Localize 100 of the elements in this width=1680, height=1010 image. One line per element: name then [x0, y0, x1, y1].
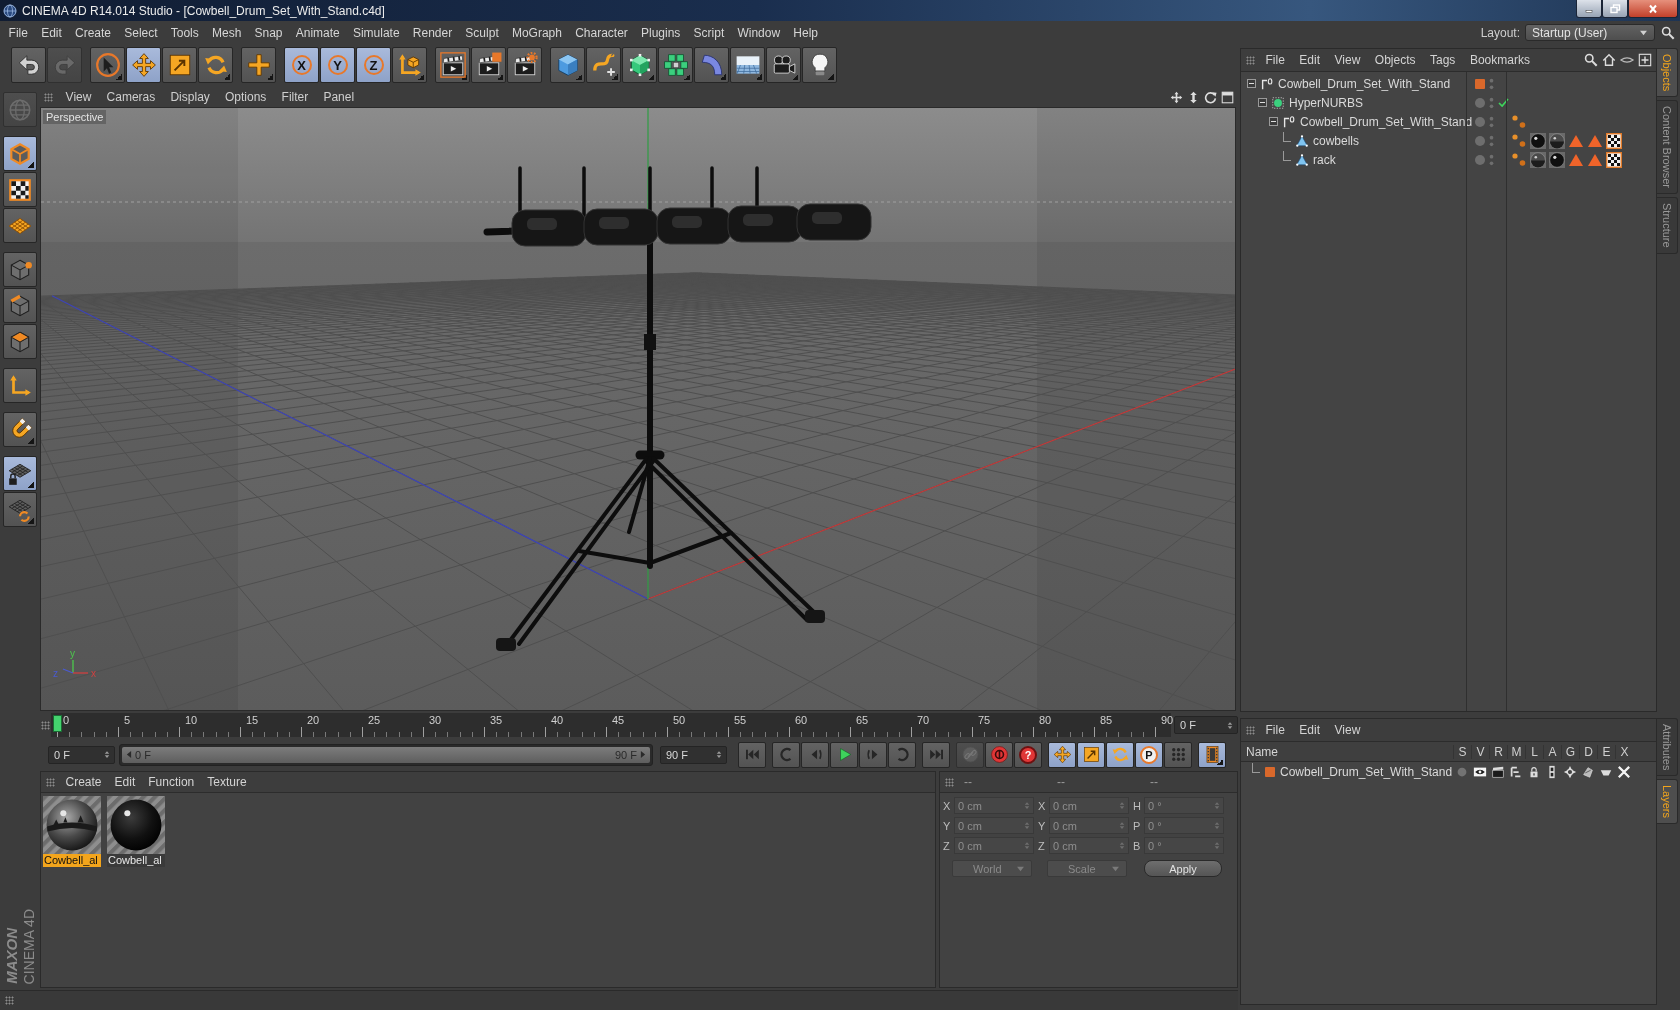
sphere-icon[interactable] [1549, 132, 1565, 149]
checker-icon[interactable] [1606, 151, 1622, 168]
spinner-icon[interactable] [716, 750, 722, 759]
menu-item[interactable]: File [1259, 53, 1293, 67]
layer-dot-icon[interactable] [1475, 135, 1485, 146]
panel-tab[interactable]: Structure [1657, 197, 1678, 254]
layer-dot-icon[interactable] [1475, 97, 1485, 108]
axis-lock-button[interactable]: X [284, 47, 319, 83]
menu-item[interactable]: View [1328, 53, 1369, 67]
material-sphere-icon[interactable] [107, 796, 165, 854]
bent-plate-icon[interactable] [1581, 764, 1595, 779]
start-frame-field[interactable]: 0 F [48, 745, 115, 764]
menu-item[interactable]: Render [406, 25, 459, 40]
menu-item[interactable]: Edit [1292, 723, 1329, 737]
column-header[interactable]: V [1471, 744, 1489, 759]
rotate-icon[interactable] [1204, 90, 1217, 104]
sphere-icon[interactable] [1530, 151, 1546, 168]
close-button[interactable] [1628, 0, 1678, 18]
menu-item[interactable]: Create [59, 775, 109, 789]
menu-item[interactable]: Script [686, 25, 731, 40]
menu-item[interactable]: Mesh [205, 25, 248, 40]
window-icon[interactable] [1221, 90, 1234, 104]
layout-dropdown[interactable]: Startup (User) [1525, 24, 1655, 41]
menu-item[interactable]: Filter [273, 90, 316, 104]
material-name[interactable]: Cowbell_al [107, 854, 165, 867]
playhead[interactable] [53, 715, 62, 732]
sphere-icon[interactable] [1549, 151, 1565, 168]
object-name[interactable]: Cowbell_Drum_Set_With_Stand [1300, 114, 1473, 129]
column-header[interactable]: Name [1241, 744, 1453, 759]
material-name[interactable]: Cowbell_al [43, 854, 101, 867]
menu-item[interactable]: Texture [200, 775, 254, 789]
minimize-button[interactable] [1576, 0, 1602, 18]
panel-tab[interactable]: Layers [1657, 779, 1678, 825]
column-header[interactable]: S [1453, 744, 1471, 759]
layer-color-swatch[interactable] [1265, 766, 1275, 777]
gizmo-icon[interactable] [1563, 764, 1577, 779]
visibility-dots-icon[interactable] [1489, 152, 1494, 167]
autokey-button[interactable]: ? [1014, 741, 1042, 768]
cross-icon[interactable] [1617, 764, 1631, 779]
layer-color-swatch[interactable] [1475, 78, 1485, 89]
menu-item[interactable]: Display [162, 90, 218, 104]
grip-icon[interactable] [1246, 725, 1255, 735]
material-sphere-icon[interactable] [43, 796, 101, 854]
column-header[interactable]: D [1579, 744, 1597, 759]
grip-icon[interactable] [1246, 55, 1255, 65]
panel-tab[interactable]: Content Browser [1657, 100, 1678, 195]
pan-arrows-icon[interactable] [1170, 90, 1183, 104]
object-name[interactable]: Cowbell_Drum_Set_With_Stand [1278, 76, 1451, 91]
menu-item[interactable]: Create [68, 25, 118, 40]
column-header[interactable]: M [1507, 744, 1525, 759]
visibility-dots-icon[interactable] [1489, 114, 1494, 129]
menu-item[interactable]: MoGraph [505, 25, 569, 40]
menu-item[interactable]: Help [786, 25, 825, 40]
column-header[interactable]: L [1525, 744, 1543, 759]
collapse-toggle-icon[interactable] [1269, 117, 1278, 126]
panel-tab[interactable]: Objects [1657, 48, 1678, 98]
left-arrow-icon[interactable] [126, 750, 132, 759]
right-arrow-icon[interactable] [640, 750, 646, 759]
timeline-ruler[interactable]: 0 5 10 15 20 25 30 35 40 45 50 55 60 65 70 75 80 85 90 [51, 713, 1171, 737]
collapse-toggle-icon[interactable] [1258, 98, 1267, 107]
menu-item[interactable]: Sculpt [458, 25, 506, 40]
column-header[interactable]: E [1597, 744, 1615, 759]
column-header[interactable]: A [1543, 744, 1561, 759]
menu-item[interactable]: Snap [247, 25, 290, 40]
menu-item[interactable]: Simulate [346, 25, 407, 40]
column-header[interactable]: R [1489, 744, 1507, 759]
axis-lock-button[interactable]: Y [320, 47, 355, 83]
menu-item[interactable]: Cameras [99, 90, 163, 104]
menu-item[interactable]: Character [568, 25, 635, 40]
grip-icon[interactable] [46, 777, 55, 787]
plus-square-icon[interactable] [1638, 53, 1652, 67]
search-icon[interactable] [1661, 25, 1675, 40]
close-icon[interactable] [1647, 3, 1659, 14]
menu-item[interactable]: Tools [164, 25, 206, 40]
axis-lock-button[interactable]: Z [356, 47, 391, 83]
menu-item[interactable]: Options [217, 90, 274, 104]
search-icon[interactable] [1584, 53, 1598, 67]
menu-item[interactable]: Panel [315, 90, 362, 104]
dots-icon[interactable] [1511, 151, 1527, 168]
hierarchy-icon[interactable] [1509, 764, 1523, 779]
menu-item[interactable]: Edit [34, 25, 69, 40]
menu-item[interactable]: Animate [289, 25, 347, 40]
spinner-icon[interactable] [1227, 720, 1233, 730]
object-name[interactable]: HyperNURBS [1289, 95, 1363, 110]
key-parameter-button[interactable]: P [1135, 741, 1163, 768]
menu-item[interactable]: Select [117, 25, 165, 40]
clapperboard-icon[interactable] [1491, 764, 1505, 779]
dots-icon[interactable] [1511, 113, 1527, 130]
menu-item[interactable]: Edit [1292, 53, 1329, 67]
spinner-icon[interactable] [104, 750, 110, 759]
end-frame-field[interactable]: 90 F [660, 745, 727, 764]
menu-item[interactable]: View [1328, 723, 1369, 737]
visibility-dots-icon[interactable] [1489, 95, 1494, 110]
panel-tab[interactable]: Attributes [1657, 717, 1678, 777]
menu-item[interactable]: Plugins [634, 25, 687, 40]
menu-item[interactable]: Bookmarks [1463, 53, 1538, 67]
current-frame-field[interactable]: 0 F [1174, 716, 1238, 734]
checker-icon[interactable] [1606, 132, 1622, 149]
home-icon[interactable] [1602, 53, 1616, 67]
object-name[interactable]: rack [1313, 152, 1336, 167]
